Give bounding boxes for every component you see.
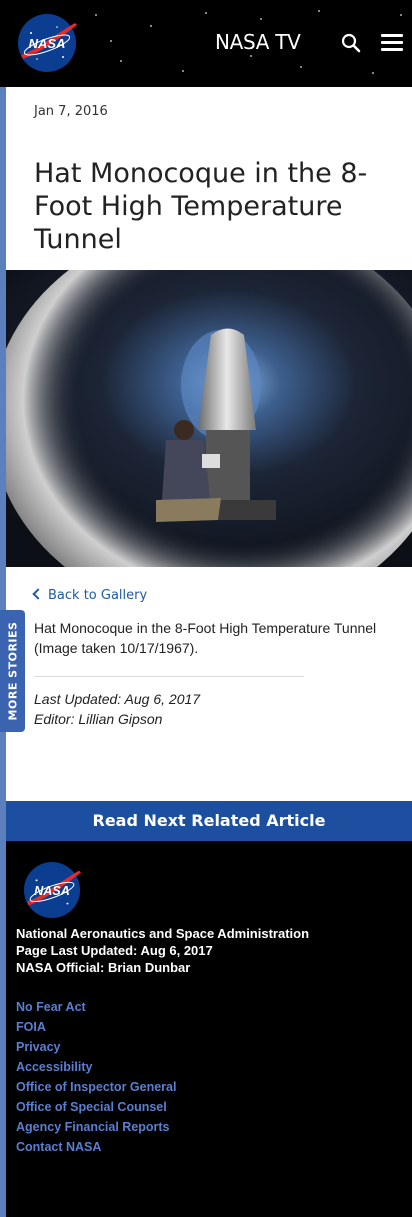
footer-link-foia[interactable]: FOIA — [16, 1017, 176, 1037]
org-name: National Aeronautics and Space Administr… — [16, 926, 310, 941]
read-next-button[interactable]: Read Next Related Article — [6, 801, 412, 841]
footer-link-accessibility[interactable]: Accessibility — [16, 1057, 176, 1077]
footer-link-contact-nasa[interactable]: Contact NASA — [16, 1137, 176, 1157]
footer-link-special-counsel[interactable]: Office of Special Counsel — [16, 1097, 176, 1117]
nasa-logo-text: NASA — [29, 36, 66, 51]
footer-link-inspector-general[interactable]: Office of Inspector General — [16, 1077, 176, 1097]
footer-link-financial-reports[interactable]: Agency Financial Reports — [16, 1117, 176, 1137]
site-header: NASA NASA TV — [0, 0, 412, 87]
back-to-gallery-label: Back to Gallery — [48, 588, 148, 603]
nasa-logo-icon[interactable]: NASA — [17, 13, 77, 73]
menu-icon[interactable] — [381, 34, 403, 51]
footer-link-no-fear-act[interactable]: No Fear Act — [16, 997, 176, 1017]
article-date: Jan 7, 2016 — [34, 104, 108, 119]
more-stories-label: MORE STORIES — [6, 621, 20, 721]
last-updated: Last Updated: Aug 6, 2017 — [34, 691, 201, 707]
nasa-logo-icon[interactable]: NASA — [23, 861, 81, 919]
article-title: Hat Monocoque in the 8-Foot High Tempera… — [34, 158, 368, 255]
footer-info: National Aeronautics and Space Administr… — [16, 925, 309, 976]
back-to-gallery-link[interactable]: Back to Gallery — [32, 588, 148, 603]
nasa-official: NASA Official: Brian Dunbar — [16, 960, 191, 975]
page-last-updated: Page Last Updated: Aug 6, 2017 — [16, 943, 213, 958]
footer-links: No Fear Act FOIA Privacy Accessibility O… — [16, 997, 176, 1157]
nasa-tv-link[interactable]: NASA TV — [215, 30, 301, 54]
search-icon[interactable] — [341, 33, 361, 53]
footer-logo-text: NASA — [34, 884, 70, 898]
site-footer: NASA National Aeronautics and Space Admi… — [6, 841, 412, 1217]
image-caption: Hat Monocoque in the 8-Foot High Tempera… — [34, 620, 377, 656]
footer-link-privacy[interactable]: Privacy — [16, 1037, 176, 1057]
divider — [34, 676, 304, 677]
editor: Editor: Lillian Gipson — [34, 711, 163, 727]
article-meta: Last Updated: Aug 6, 2017 Editor: Lillia… — [34, 689, 200, 729]
chevron-left-icon — [32, 588, 44, 600]
more-stories-tab[interactable]: MORE STORIES — [0, 610, 25, 732]
article-image — [6, 270, 412, 567]
